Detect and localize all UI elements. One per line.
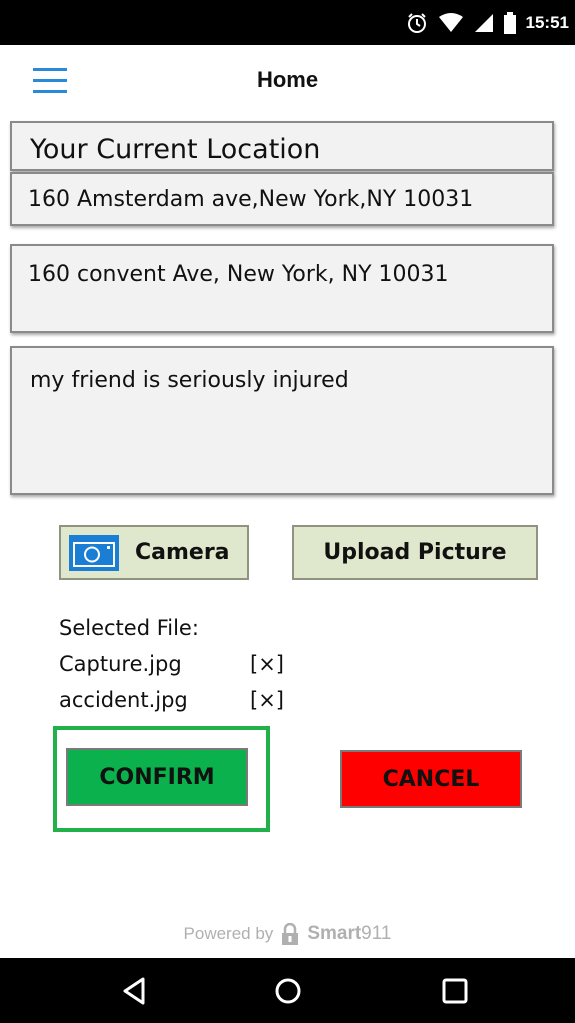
signal-icon <box>474 14 493 32</box>
camera-label: Camera <box>135 540 230 565</box>
description-field[interactable]: my friend is seriously injured <box>10 346 554 495</box>
selected-files: Selected File: Capture.jpg [×] accident.… <box>59 610 299 718</box>
upload-picture-button[interactable]: Upload Picture <box>292 525 538 580</box>
destination-field[interactable]: 160 convent Ave, New York, NY 10031 <box>10 244 554 333</box>
powered-by-footer: Powered by Smart911 <box>0 918 575 950</box>
brand-suffix: 911 <box>361 923 392 944</box>
alarm-icon <box>407 13 426 33</box>
upload-label: Upload Picture <box>323 540 507 565</box>
status-icons: 15:51 <box>406 10 569 36</box>
brand-name: Smart <box>307 923 362 944</box>
remove-file-button[interactable]: [×] <box>250 682 284 718</box>
remove-file-button[interactable]: [×] <box>250 646 284 682</box>
lock-icon <box>282 923 299 945</box>
home-icon[interactable] <box>272 975 304 1007</box>
file-row: accident.jpg [×] <box>59 682 299 718</box>
selected-file-label: Selected File: <box>59 616 199 640</box>
wifi-icon <box>438 13 463 32</box>
camera-icon <box>69 534 119 571</box>
recent-apps-icon[interactable] <box>439 975 471 1007</box>
current-location-label: Your Current Location <box>10 121 554 171</box>
battery-icon <box>503 12 516 34</box>
status-bar: 15:51 <box>0 0 575 45</box>
cancel-label: CANCEL <box>382 766 480 792</box>
confirm-button[interactable]: CONFIRM <box>66 748 248 806</box>
back-icon[interactable] <box>119 975 151 1007</box>
current-location-field[interactable]: 160 Amsterdam ave,New York,NY 10031 <box>10 172 554 226</box>
confirm-label: CONFIRM <box>99 764 215 790</box>
file-name: accident.jpg <box>59 688 188 712</box>
page-title: Home <box>256 67 319 92</box>
system-nav-bar <box>0 958 575 1023</box>
app-bar: Home <box>0 45 575 117</box>
powered-by-text: Powered by <box>183 924 274 943</box>
cancel-button[interactable]: CANCEL <box>340 750 522 808</box>
file-name: Capture.jpg <box>59 652 182 676</box>
status-time: 15:51 <box>525 13 569 32</box>
camera-button[interactable]: Camera <box>59 525 249 580</box>
file-row: Capture.jpg [×] <box>59 646 299 682</box>
